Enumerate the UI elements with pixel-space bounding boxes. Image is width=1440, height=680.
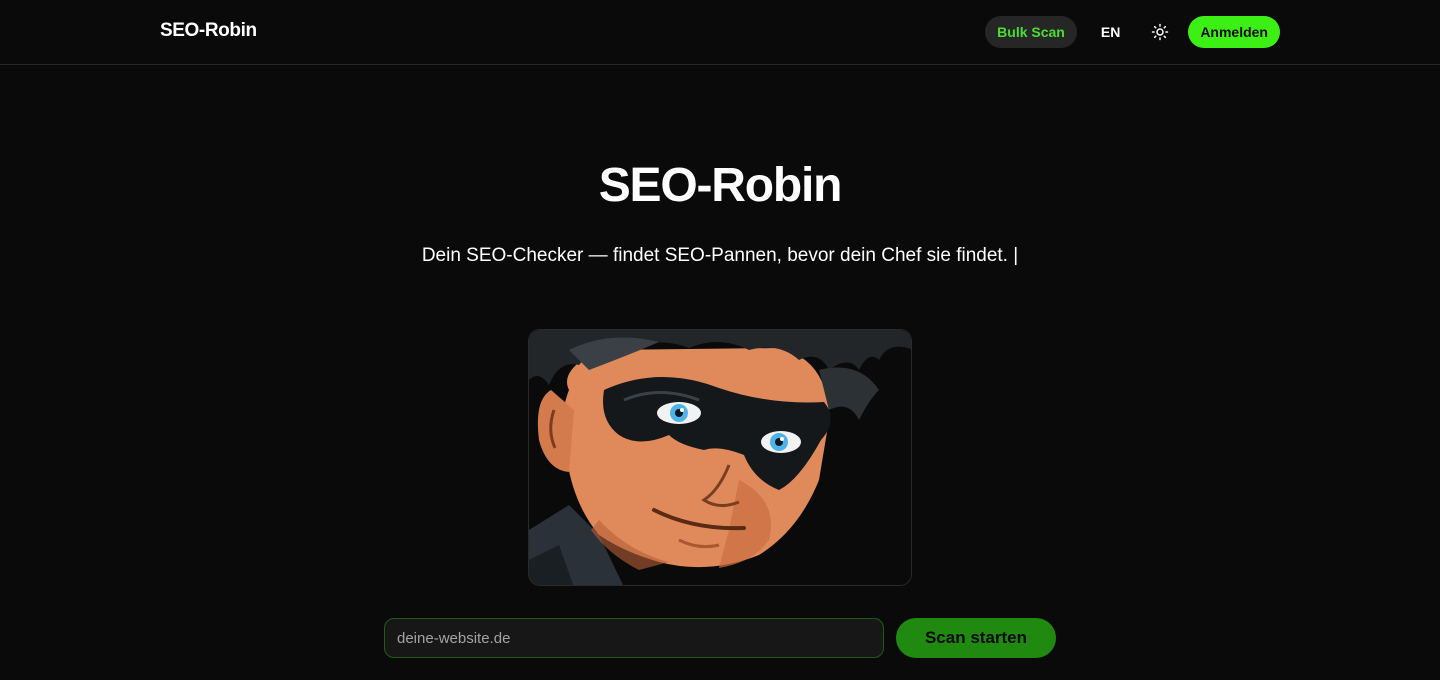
tagline-prefix: Dein SEO-Checker — [421,245,613,266]
hero-title: SEO-Robin [598,159,843,212]
theme-toggle-button[interactable] [1144,16,1176,48]
website-url-input[interactable] [384,618,884,658]
site-logo[interactable]: SEO-Robin [160,20,257,42]
hero-mascot-image [528,329,912,586]
masked-hero-illustration [529,330,911,585]
header-nav: Bulk Scan EN Anmelden [985,16,1280,48]
bulk-scan-button[interactable]: Bulk Scan [985,16,1077,48]
top-navigation-bar: SEO-Robin Bulk Scan EN Anmelden [0,0,1440,65]
typing-cursor: | [1007,245,1019,266]
tagline-main: findet SEO-Pannen, bevor dein Chef sie f… [612,245,1008,266]
language-switch[interactable]: EN [1101,24,1120,40]
hero-tagline: Dein SEO-Checker — findet SEO-Pannen, be… [0,245,1440,267]
login-button[interactable]: Anmelden [1188,16,1280,48]
sun-icon [1152,23,1169,41]
start-scan-button[interactable]: Scan starten [896,618,1056,658]
